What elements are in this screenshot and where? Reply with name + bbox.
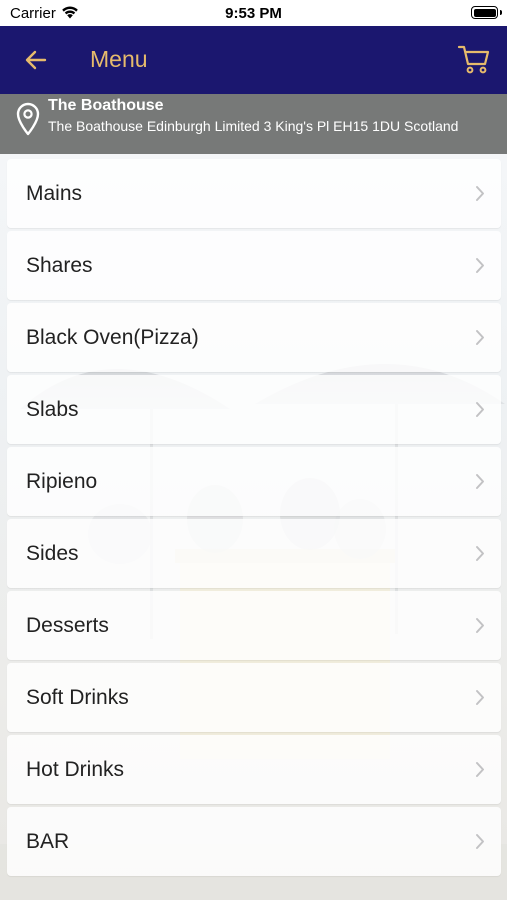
menu-category-row[interactable]: Sides bbox=[7, 519, 501, 588]
menu-category-row[interactable]: BAR bbox=[7, 807, 501, 876]
menu-category-row[interactable]: Ripieno bbox=[7, 447, 501, 516]
chevron-right-icon bbox=[476, 258, 484, 273]
menu-category-list-area[interactable]: Mains Shares Black Oven(Pizza) Slabs Rip… bbox=[0, 154, 507, 900]
page-title: Menu bbox=[90, 46, 148, 72]
map-pin-icon bbox=[16, 102, 40, 136]
menu-category-row[interactable]: Soft Drinks bbox=[7, 663, 501, 732]
chevron-right-icon bbox=[476, 402, 484, 417]
restaurant-address: The Boathouse Edinburgh Limited 3 King's… bbox=[48, 118, 459, 134]
navigation-bar: Menu bbox=[0, 26, 507, 94]
clock: 9:53 PM bbox=[225, 5, 282, 22]
chevron-right-icon bbox=[476, 546, 484, 561]
status-bar: Carrier 9:53 PM bbox=[0, 0, 507, 26]
cart-icon[interactable] bbox=[457, 42, 491, 76]
menu-category-label: Black Oven(Pizza) bbox=[26, 326, 199, 349]
menu-category-label: Hot Drinks bbox=[26, 758, 125, 781]
chevron-right-icon bbox=[476, 330, 484, 345]
menu-category-row[interactable]: Desserts bbox=[7, 591, 501, 660]
menu-category-row[interactable]: Mains bbox=[7, 159, 501, 228]
menu-category-label: Soft Drinks bbox=[26, 686, 129, 709]
menu-category-label: BAR bbox=[26, 830, 70, 853]
menu-category-label: Desserts bbox=[26, 614, 109, 637]
restaurant-location-bar: The Boathouse The Boathouse Edinburgh Li… bbox=[0, 94, 507, 154]
chevron-right-icon bbox=[476, 186, 484, 201]
restaurant-name: The Boathouse bbox=[48, 97, 164, 114]
menu-category-row[interactable]: Black Oven(Pizza) bbox=[7, 303, 501, 372]
arrow-left-icon[interactable] bbox=[24, 48, 48, 72]
menu-category-row[interactable]: Slabs bbox=[7, 375, 501, 444]
chevron-right-icon bbox=[476, 618, 484, 633]
menu-category-label: Sides bbox=[26, 542, 79, 565]
chevron-right-icon bbox=[476, 834, 484, 849]
chevron-right-icon bbox=[476, 690, 484, 705]
menu-category-label: Slabs bbox=[26, 398, 79, 421]
menu-category-label: Shares bbox=[26, 254, 93, 277]
menu-category-label: Ripieno bbox=[26, 470, 98, 493]
chevron-right-icon bbox=[476, 762, 484, 777]
battery-icon bbox=[471, 6, 502, 19]
chevron-right-icon bbox=[476, 474, 484, 489]
menu-category-row[interactable]: Hot Drinks bbox=[7, 735, 501, 804]
menu-category-row[interactable]: Shares bbox=[7, 231, 501, 300]
menu-category-label: Mains bbox=[26, 182, 83, 205]
